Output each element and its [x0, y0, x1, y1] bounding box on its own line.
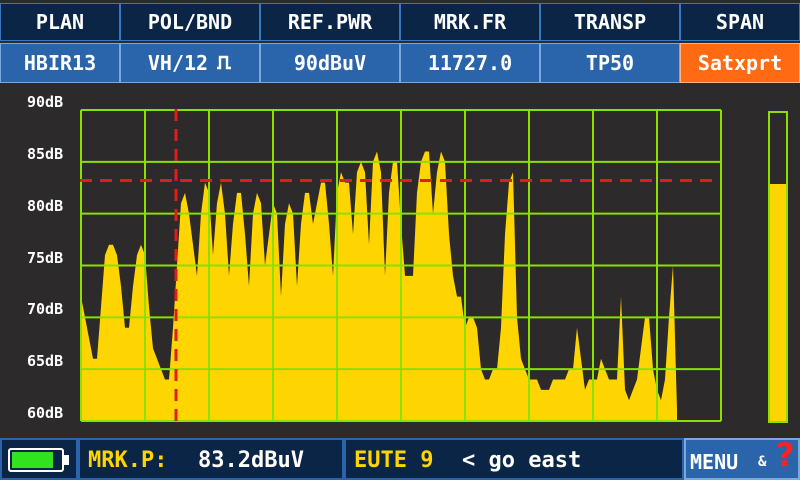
polbnd-value-button[interactable]: VH/12 [120, 43, 260, 83]
span-value-button[interactable]: Satxprt [680, 43, 800, 83]
col-span-label: SPAN [680, 3, 800, 41]
spectrum-chart[interactable] [80, 109, 722, 422]
help-icon: ? [776, 436, 795, 474]
spectrum-trace [81, 151, 677, 421]
level-meter-fill [770, 183, 786, 421]
satellite-name: EUTE 9 [354, 448, 434, 473]
col-plan-label: PLAN [0, 3, 120, 41]
y-tick-label: 80dB [27, 196, 64, 215]
refpwr-value-button[interactable]: 90dBuV [260, 43, 400, 83]
level-meter [768, 111, 788, 423]
battery-icon [8, 448, 64, 472]
marker-power-panel: MRK.P: 83.2dBuV [78, 438, 344, 480]
col-mrkfr-label: MRK.FR [400, 3, 540, 41]
y-tick-label: 65dB [27, 352, 64, 371]
y-tick-label: 60dB [27, 404, 64, 422]
satellite-panel: EUTE 9 < go east [344, 438, 684, 480]
menu-amp: & [758, 454, 767, 470]
y-tick-label: 90dB [27, 93, 64, 111]
pointing-message: < go east [462, 448, 582, 473]
col-transp-label: TRANSP [540, 3, 680, 41]
marker-power-label: MRK.P: [88, 448, 168, 473]
polbnd-value: VH/12 [147, 51, 209, 75]
plan-value-button[interactable]: HBIR13 [0, 43, 120, 83]
y-tick-label: 75dB [27, 248, 64, 267]
header-table: PLAN POL/BND REF.PWR MRK.FR TRANSP SPAN … [0, 3, 800, 83]
col-refpwr-label: REF.PWR [260, 3, 400, 41]
battery-panel [0, 438, 78, 480]
transp-value-button[interactable]: TP50 [540, 43, 680, 83]
y-tick-label: 85dB [27, 144, 64, 163]
col-polbnd-label: POL/BND [120, 3, 260, 41]
menu-label: MENU [690, 450, 739, 474]
battery-tip [64, 455, 69, 465]
mrkfr-value-button[interactable]: 11727.0 [400, 43, 540, 83]
marker-power-value: 83.2dBuV [198, 448, 304, 473]
menu-help-button[interactable]: MENU & ? [684, 436, 800, 480]
pulse-icon [216, 51, 232, 75]
battery-level [12, 452, 53, 468]
y-tick-label: 70dB [27, 300, 64, 319]
status-bar: MRK.P: 83.2dBuV EUTE 9 < go east MENU & … [0, 436, 800, 480]
